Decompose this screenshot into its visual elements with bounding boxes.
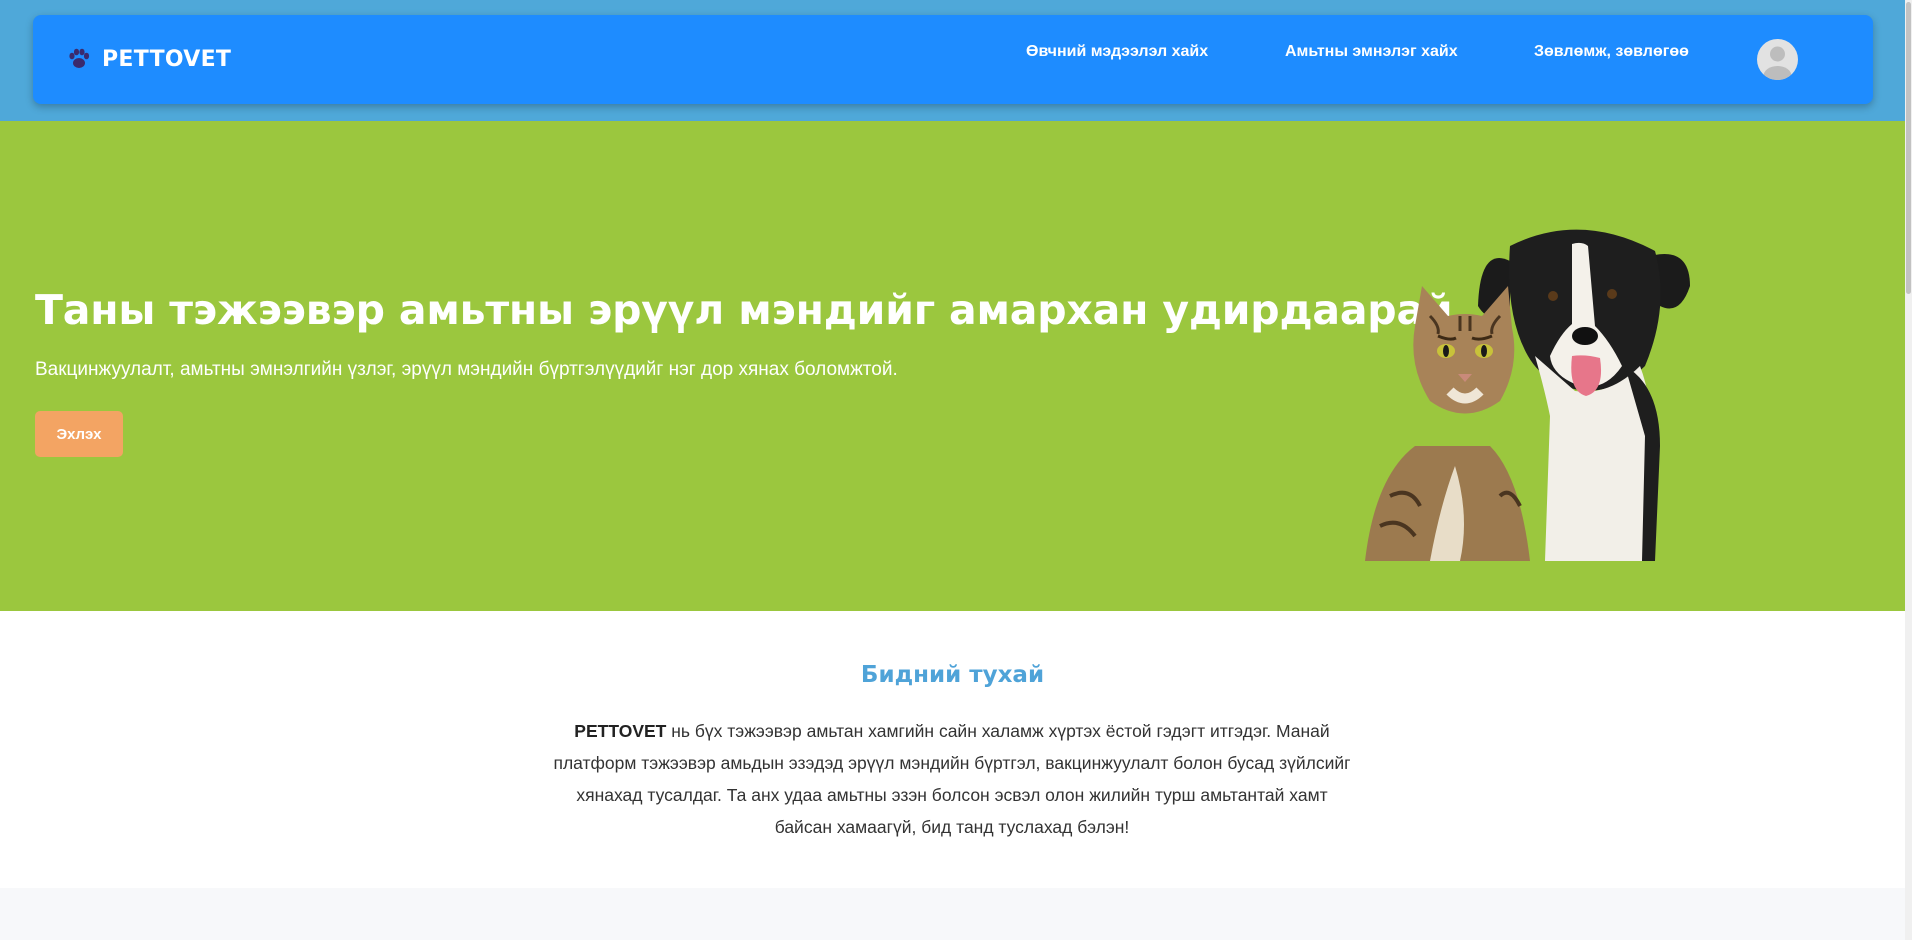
about-text: PETTOVET нь бүх тэжээвэр амьтан хамгийн … (552, 715, 1352, 843)
nav-link-vet-clinic[interactable]: Амьтны эмнэлэг хайх (1285, 43, 1458, 61)
nav-link-disease-info[interactable]: Өвчний мэдээлэл хайх (1026, 43, 1208, 61)
about-title: Бидний тухай (860, 662, 1045, 688)
page: PETTOVET Өвчний мэдээлэл хайх Амьтны эмн… (0, 0, 1905, 940)
brand-logo[interactable]: PETTOVET (66, 44, 231, 74)
hero-title: Таны тэжээвэр амьтны эрүүл мэндийг амарх… (35, 286, 1453, 334)
scrollbar-thumb[interactable] (1906, 2, 1911, 294)
hero-section: Таны тэжээвэр амьтны эрүүл мэндийг амарх… (0, 121, 1905, 611)
paw-icon (69, 48, 90, 68)
header-band: PETTOVET Өвчний мэдээлэл хайх Амьтны эмн… (0, 0, 1905, 121)
nav-link-advice[interactable]: Зөвлөмж, зөвлөгөө (1534, 43, 1689, 61)
brand-name: PETTOVET (102, 46, 232, 72)
about-body: нь бүх тэжээвэр амьтан хамгийн сайн хала… (553, 721, 1351, 837)
page-scrollbar[interactable] (1905, 0, 1912, 940)
navbar: PETTOVET Өвчний мэдээлэл хайх Амьтны эмн… (33, 15, 1873, 104)
about-brand-word: PETTOVET (574, 721, 667, 741)
get-started-button[interactable]: Эхлэх (35, 411, 123, 457)
cat-and-dog-photo (1365, 229, 1690, 561)
user-avatar-icon[interactable] (1757, 39, 1798, 80)
about-section: Бидний тухай PETTOVET нь бүх тэжээвэр ам… (0, 611, 1905, 888)
hero-subtitle: Вакцинжуулалт, амьтны эмнэлгийн үзлэг, э… (35, 359, 898, 380)
